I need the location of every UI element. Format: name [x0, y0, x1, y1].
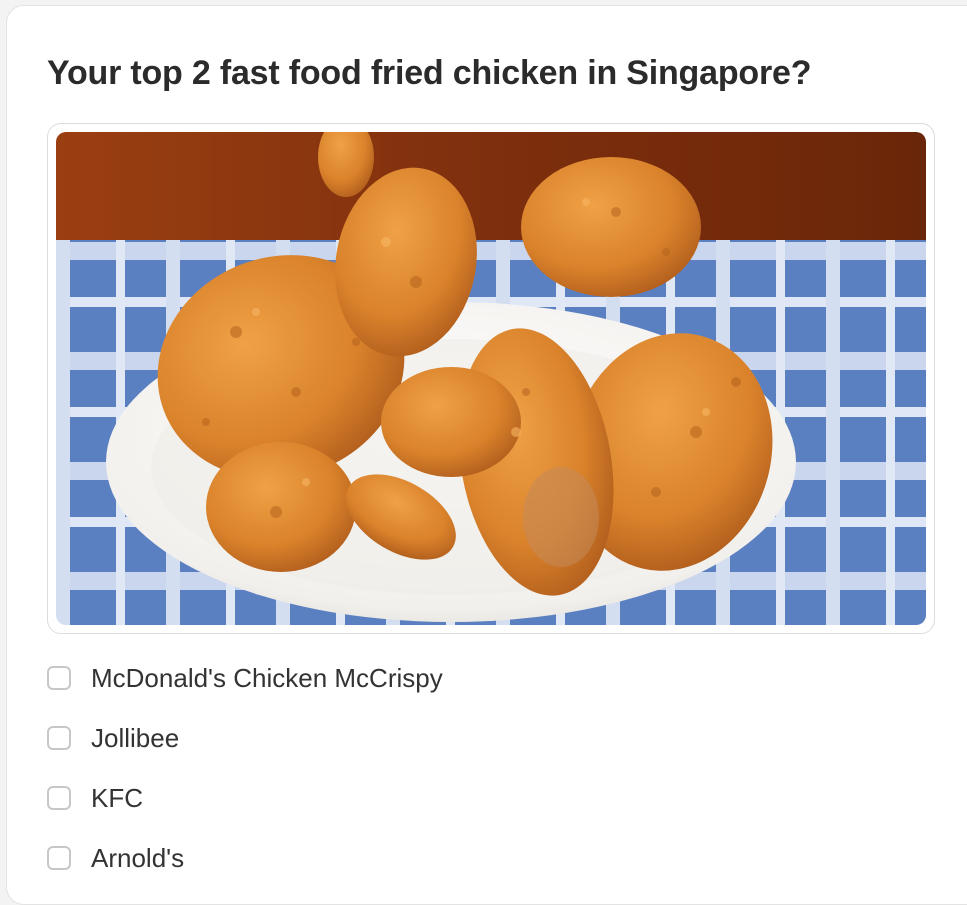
- fried-chicken-photo: [56, 132, 926, 625]
- question-title: Your top 2 fast food fried chicken in Si…: [47, 54, 812, 92]
- option-label: McDonald's Chicken McCrispy: [91, 662, 443, 693]
- checkbox[interactable]: [47, 786, 71, 810]
- option-kfc[interactable]: KFC: [47, 768, 747, 828]
- option-label: KFC: [91, 782, 143, 813]
- option-mcdonalds[interactable]: McDonald's Chicken McCrispy: [47, 648, 747, 708]
- option-jollibee[interactable]: Jollibee: [47, 708, 747, 768]
- poll-card: Your top 2 fast food fried chicken in Si…: [6, 5, 967, 905]
- answer-options: McDonald's Chicken McCrispy Jollibee KFC…: [47, 648, 747, 888]
- option-arnolds[interactable]: Arnold's: [47, 828, 747, 888]
- option-label: Jollibee: [91, 722, 180, 753]
- question-image-frame: [47, 123, 935, 634]
- option-label: Arnold's: [91, 842, 185, 873]
- checkbox[interactable]: [47, 846, 71, 870]
- checkbox[interactable]: [47, 666, 71, 690]
- checkbox[interactable]: [47, 726, 71, 750]
